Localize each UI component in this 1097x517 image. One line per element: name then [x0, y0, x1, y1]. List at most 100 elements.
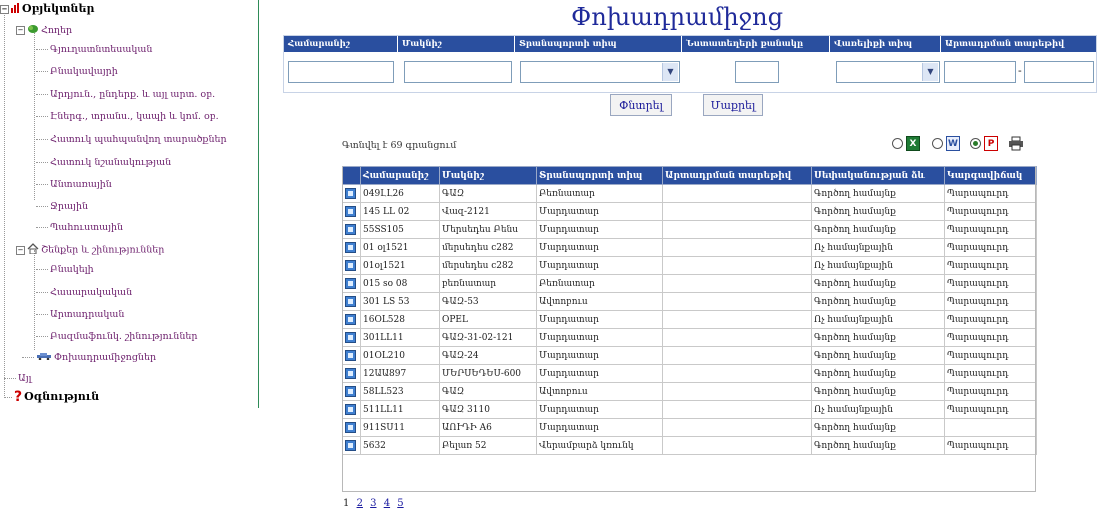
clear-button[interactable]: Մաքրել	[703, 94, 763, 116]
table-row[interactable]: 55SS105 Մերսեդես Բենս Մարդատար Գործող համայ…	[342, 220, 1037, 239]
table-row[interactable]: 16OL528 OPEL Մարդատար Ոչ համայնքային Պարապու…	[342, 310, 1037, 329]
view-record-icon[interactable]	[345, 296, 356, 307]
row-open-cell[interactable]	[342, 220, 361, 239]
export-excel-radio[interactable]	[892, 138, 903, 149]
table-row[interactable]: 01օլ1521 մերսեդես c282 Մարդատար Ոչ համայնքա…	[342, 256, 1037, 275]
row-open-cell[interactable]	[342, 418, 361, 437]
tree-item-industrial[interactable]: Արդյուն., ընդերք. և այլ արտ. օբ.	[36, 89, 215, 100]
chevron-down-icon[interactable]: ▼	[922, 63, 938, 81]
print-icon[interactable]	[1008, 136, 1024, 151]
table-row[interactable]: 301 LS 53 ԳԱԶ-53 Ավտոբուս Գործող համայնք Պար…	[342, 292, 1037, 311]
year-from-input[interactable]	[944, 61, 1016, 83]
view-record-icon[interactable]	[345, 422, 356, 433]
view-record-icon[interactable]	[345, 350, 356, 361]
view-record-icon[interactable]	[345, 242, 356, 253]
page-title: Փոխադրամիջոց	[570, 3, 784, 31]
export-word-radio[interactable]	[932, 138, 943, 149]
tree-item-residential[interactable]: Բնակելի	[36, 264, 94, 275]
table-row[interactable]: 049ԼԼ26 ԳԱԶ Բեռնատար Գործող համայնք Պարապուր…	[342, 184, 1037, 203]
filter-header-transport-type: Տրանսպորտի տիպ	[515, 36, 682, 52]
table-row[interactable]: 01OL210 ԳԱԶ-24 Մարդատար Գործող համայնք Պարապ…	[342, 346, 1037, 365]
row-open-cell[interactable]	[342, 400, 361, 419]
tree-item-public[interactable]: Հասարակական	[36, 287, 132, 298]
view-record-icon[interactable]	[345, 224, 356, 235]
view-record-icon[interactable]	[345, 314, 356, 325]
row-open-cell[interactable]	[342, 256, 361, 275]
tree-item-production[interactable]: Արտադրական	[36, 309, 124, 320]
tree-item-help[interactable]: ? Օգնություն	[4, 389, 99, 405]
tree-item-special[interactable]: Հատուկ նշանակության	[36, 157, 171, 168]
table-row[interactable]: 511LL11 ԳԱԶ 3110 Մարդատար Ոչ համայնքային Պար…	[342, 400, 1037, 419]
fuel-type-select[interactable]: ▼	[836, 61, 940, 83]
transport-type-select[interactable]: ▼	[520, 61, 680, 83]
export-pdf-radio[interactable]	[970, 138, 981, 149]
tree-item-energy[interactable]: Էներգ., տրանս., կապի և կոմ. օբ.	[36, 111, 219, 122]
view-record-icon[interactable]	[345, 404, 356, 415]
page-link-5[interactable]: 5	[397, 498, 403, 509]
view-record-icon[interactable]	[345, 332, 356, 343]
collapse-icon[interactable]: −	[16, 245, 25, 255]
tree-item-multifunctional[interactable]: Բազմաֆունկ. շինություններ	[36, 331, 197, 342]
table-row[interactable]: 12ԱԱ897 ՄԵՐՍԵԴԵՍ-600 Մարդատար Գործող համայն…	[342, 364, 1037, 383]
row-open-cell[interactable]	[342, 292, 361, 311]
header-ownership[interactable]: Սեփականության ձև	[811, 166, 945, 185]
row-open-cell[interactable]	[342, 184, 361, 203]
year-to-input[interactable]	[1024, 61, 1094, 83]
collapse-icon[interactable]: −	[16, 26, 25, 35]
header-transport-type[interactable]: Տրանսպորտի տիպ	[536, 166, 663, 185]
table-row[interactable]: 911SՍ11 ԱՈՒԴԻ A6 Մարդատար Գործող համայնք	[342, 418, 1037, 437]
search-button[interactable]: Փնտրել	[610, 94, 672, 116]
tree-item-buildings[interactable]: − Շենքեր և շինություններ	[16, 243, 164, 257]
page-link-3[interactable]: 3	[370, 498, 376, 509]
brand-input[interactable]	[404, 61, 512, 83]
view-record-icon[interactable]	[345, 278, 356, 289]
seats-input[interactable]	[735, 61, 779, 83]
tree-item-agricultural[interactable]: Գյուղատնտեսական	[36, 44, 152, 55]
cell-transport-type: Մարդատար	[536, 202, 663, 221]
cell-year	[662, 220, 812, 239]
header-status[interactable]: Կարգավիճակ	[944, 166, 1037, 185]
chevron-down-icon[interactable]: ▼	[662, 63, 678, 81]
view-record-icon[interactable]	[345, 368, 356, 379]
view-record-icon[interactable]	[345, 206, 356, 217]
plate-input[interactable]	[288, 61, 394, 83]
page-link-4[interactable]: 4	[384, 498, 390, 509]
row-open-cell[interactable]	[342, 436, 361, 455]
tree-item-settlement[interactable]: Բնակավայրի	[36, 66, 118, 77]
table-row[interactable]: 145 LL 02 Վազ-2121 Մարդատար Գործող համայնք Պ…	[342, 202, 1037, 221]
tree-item-water[interactable]: Ջրային	[36, 201, 88, 212]
table-row[interactable]: 5632 Բելառ 52 Վերամբարձ կռունկ Գործող համայ…	[342, 436, 1037, 455]
tree-item-forest[interactable]: Անտառային	[36, 179, 112, 190]
row-open-cell[interactable]	[342, 274, 361, 293]
tree-item-protected[interactable]: Հատուկ պահպանվող տարածքներ	[36, 134, 227, 145]
header-plate[interactable]: Համարանիշ	[360, 166, 440, 185]
row-open-cell[interactable]	[342, 238, 361, 257]
tree-item-vehicles[interactable]: Փոխադրամիջոցներ	[22, 352, 156, 363]
cell-year	[662, 382, 812, 401]
view-record-icon[interactable]	[345, 386, 356, 397]
tree-item-reserve[interactable]: Պահուստային	[36, 222, 123, 233]
tree-root[interactable]: − Օբյեկտներ	[0, 2, 94, 16]
view-record-icon[interactable]	[345, 440, 356, 451]
row-open-cell[interactable]	[342, 328, 361, 347]
filter-header-plate: Համարանիշ	[284, 36, 398, 52]
page-link-2[interactable]: 2	[357, 498, 363, 509]
table-row[interactable]: 301LL11 ԳԱԶ-31-02-121 Մարդատար Գործող համայ…	[342, 328, 1037, 347]
cell-brand: OPEL	[439, 310, 537, 329]
row-open-cell[interactable]	[342, 202, 361, 221]
table-row[interactable]: 58LL523 ԳԱԶ Ավտոբուս Գործող համայնք Պարապուր…	[342, 382, 1037, 401]
row-open-cell[interactable]	[342, 346, 361, 365]
tree-item-lands[interactable]: − Հողեր	[16, 24, 72, 37]
view-record-icon[interactable]	[345, 260, 356, 271]
header-year[interactable]: Արտադրման տարեթիվ	[662, 166, 812, 185]
table-row[interactable]: 01 օլ1521 մերսեդես c282 Մարդատար Ոչ համայնք…	[342, 238, 1037, 257]
view-record-icon[interactable]	[345, 188, 356, 199]
row-open-cell[interactable]	[342, 310, 361, 329]
table-row[interactable]: 015 so 08 բեռնատար Բեռնատար Գործող համայնք Պ…	[342, 274, 1037, 293]
header-brand[interactable]: Մակնիշ	[439, 166, 537, 185]
tree-item-other[interactable]: Այլ	[4, 373, 32, 384]
collapse-icon[interactable]: −	[0, 4, 9, 14]
cell-transport-type: Մարդատար	[536, 256, 663, 275]
row-open-cell[interactable]	[342, 382, 361, 401]
row-open-cell[interactable]	[342, 364, 361, 383]
